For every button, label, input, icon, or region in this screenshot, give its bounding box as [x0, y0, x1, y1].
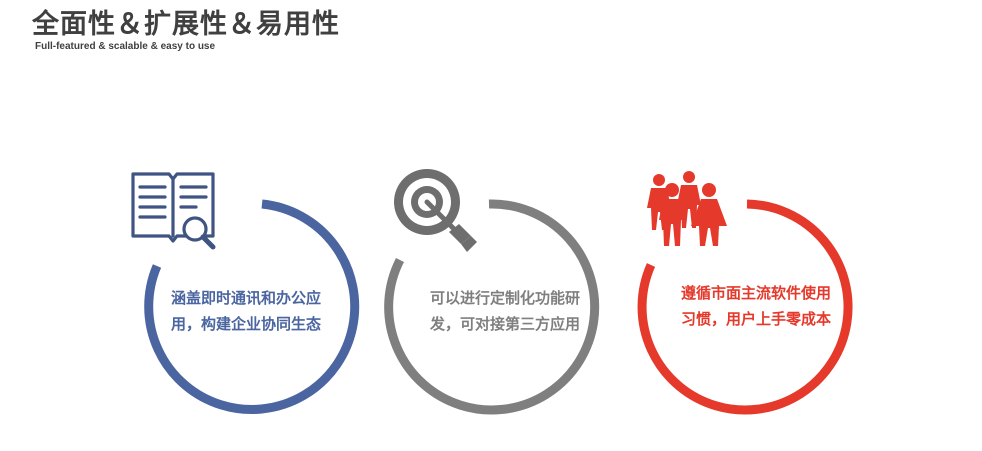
page-subtitle: Full-featured & scalable & easy to use	[35, 41, 216, 52]
feature-card-2: 可以进行定制化功能研 发，可对接第三方应用	[377, 160, 627, 420]
feature-description: 可以进行定制化功能研 发，可对接第三方应用	[429, 289, 580, 333]
feature-card-1: 涵盖即时通讯和办公应 用，构建企业协同生态	[125, 160, 375, 420]
target-arrow-icon	[394, 169, 477, 252]
feature-description: 遵循市面主流软件使用 习惯，用户上手零成本	[680, 284, 831, 328]
page-title: 全面性＆扩展性＆易用性	[32, 9, 340, 40]
feature-description: 涵盖即时通讯和办公应 用，构建企业协同生态	[170, 289, 321, 333]
book-search-icon	[131, 172, 216, 250]
people-group-icon	[647, 171, 727, 246]
feature-card-3: 遵循市面主流软件使用 习惯，用户上手零成本	[629, 160, 879, 420]
